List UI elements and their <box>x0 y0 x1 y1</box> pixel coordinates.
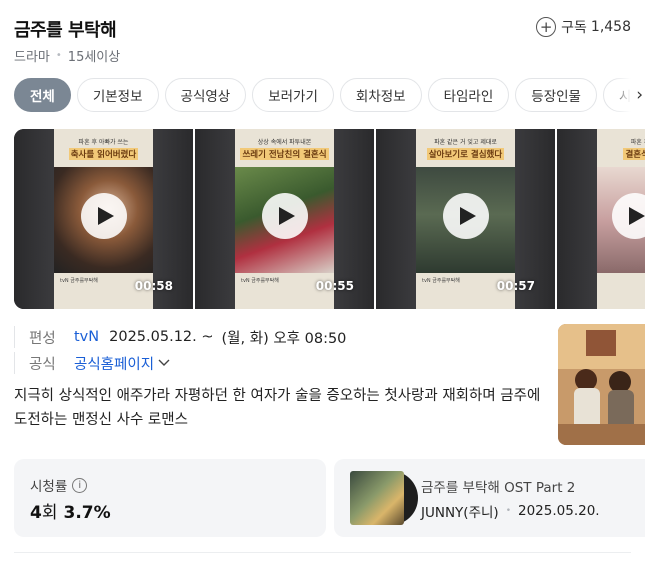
channel-link[interactable]: tvN <box>74 329 99 345</box>
clip-background <box>14 129 54 309</box>
clip-caption-main: 살아보기로 결심했다 <box>426 147 505 160</box>
video-clip[interactable]: 상상 속에서 파투내본 쓰레기 전남친의 결혼식 tvN 금주를부탁해 00:5… <box>195 129 374 309</box>
poster-art <box>558 324 645 445</box>
video-clip[interactable]: 파혼 후 파혼 결혼식 버스 <box>557 129 645 309</box>
age-rating-label: 15세이상 <box>67 50 121 65</box>
official-row: 공식 공식홈페이지 <box>14 350 549 376</box>
video-clip[interactable]: 파혼 후 아빠가 쓰는 축사를 읽어버렸다 tvN 금주를부탁해 00:58 <box>14 129 193 309</box>
page-title[interactable]: 금주를 부탁해 <box>14 16 117 42</box>
clip-duration: 00:58 <box>134 279 173 293</box>
schedule-date: 2025.05.12. ~ <box>109 329 214 345</box>
tab-where-to-watch[interactable]: 보러가기 <box>252 78 334 112</box>
broadcast-row: 편성 tvN 2025.05.12. ~ (월, 화) 오후 08:50 <box>14 324 549 350</box>
clip-brand-text: tvN 금주를부탁해 <box>422 278 460 284</box>
section-divider <box>14 552 631 553</box>
clip-brand-text: tvN 금주를부탁해 <box>241 278 279 284</box>
clip-background <box>557 129 597 309</box>
ost-release-date: 2025.05.20. <box>518 503 600 519</box>
schedule-time: (월, 화) 오후 08:50 <box>221 330 347 347</box>
viewer-rating-card[interactable]: 시청률 i 4회 3.7% <box>14 459 326 537</box>
viewer-rating-value: 3.7% <box>63 503 111 523</box>
clip-caption: 파혼 후 아빠가 쓰는 축사를 읽어버렸다 <box>54 129 153 167</box>
header: 금주를 부탁해 드라마 • 15세이상 + 구독 1,458 <box>14 14 631 68</box>
episode-unit: 회 <box>41 503 58 523</box>
tab-basic-info[interactable]: 기본정보 <box>76 78 159 112</box>
clip-caption-main: 축사를 읽어버렸다 <box>68 147 139 160</box>
chevron-down-icon <box>158 359 170 366</box>
tab-episode-info[interactable]: 회차정보 <box>339 78 422 112</box>
clip-bottom-strip <box>597 273 645 309</box>
broadcast-label: 편성 <box>14 326 74 348</box>
tab-bar: 전체 기본정보 공식영상 보러가기 회차정보 타임라인 등장인물 시청 <box>14 78 645 112</box>
tab-cast[interactable]: 등장인물 <box>515 78 597 112</box>
episode-number: 4 <box>30 503 42 523</box>
clip-caption-main: 쓰레기 전남친의 결혼식 <box>240 147 329 160</box>
info-icon[interactable]: i <box>72 477 88 493</box>
video-clip-carousel: 파혼 후 아빠가 쓰는 축사를 읽어버렸다 tvN 금주를부탁해 00:58 상… <box>14 129 645 309</box>
play-icon[interactable] <box>442 193 489 239</box>
synopsis-text: 지극히 상식적인 애주가라 자평하던 한 여자가 술을 증오하는 첫사랑과 재회… <box>14 388 541 428</box>
show-meta: 드라마 • 15세이상 <box>14 46 120 65</box>
subscribe-label: 구독 <box>561 20 587 36</box>
clip-caption-top: 파혼 같은 거 잊고 제대로 <box>434 138 497 146</box>
ost-title: 금주를 부탁해 OST Part 2 <box>421 480 576 496</box>
tab-scroll-right-button[interactable]: › <box>613 78 645 112</box>
clip-duration: 00:57 <box>496 279 535 293</box>
official-homepage-label: 공식홈페이지 <box>74 356 155 373</box>
clip-caption: 상상 속에서 파투내본 쓰레기 전남친의 결혼식 <box>235 129 334 167</box>
separator-dot: • <box>55 50 62 61</box>
clip-background <box>195 129 235 309</box>
ost-subinfo: JUNNY(주니) • 2025.05.20. <box>421 501 600 521</box>
tab-all[interactable]: 전체 <box>14 78 71 112</box>
viewer-rating-value-row: 4회 3.7% <box>30 498 111 523</box>
clip-caption: 파혼 후 파혼 결혼식 버스 <box>597 129 645 167</box>
ost-artist: JUNNY(주니) <box>421 505 499 521</box>
subscribe-count: 1,458 <box>590 19 631 35</box>
official-homepage-link[interactable]: 공식홈페이지 <box>74 353 170 374</box>
subscribe-button[interactable]: + 구독 1,458 <box>536 17 631 37</box>
official-label: 공식 <box>14 352 74 374</box>
show-info: 편성 tvN 2025.05.12. ~ (월, 화) 오후 08:50 공식 … <box>14 324 549 432</box>
clip-duration: 00:55 <box>315 279 354 293</box>
clip-caption-top: 상상 속에서 파투내본 <box>257 138 312 146</box>
tab-timeline[interactable]: 타임라인 <box>427 78 510 112</box>
clip-brand-text: tvN 금주를부탁해 <box>60 278 98 284</box>
chevron-right-icon: › <box>636 85 643 105</box>
plus-circle-icon: + <box>536 17 557 37</box>
play-icon[interactable] <box>80 193 127 239</box>
video-clip[interactable]: 파혼 같은 거 잊고 제대로 살아보기로 결심했다 tvN 금주를부탁해 00:… <box>376 129 555 309</box>
tab-official-video[interactable]: 공식영상 <box>164 78 247 112</box>
album-cover <box>350 471 404 525</box>
clip-caption-main: 결혼식 버스 <box>623 147 645 160</box>
viewer-rating-label-row: 시청률 i <box>30 475 88 495</box>
clip-background <box>376 129 416 309</box>
album-art <box>350 471 418 525</box>
viewer-rating-label: 시청률 <box>30 479 68 495</box>
play-icon[interactable] <box>261 193 308 239</box>
genre-label: 드라마 <box>14 50 50 65</box>
ost-card[interactable]: 금주를 부탁해 OST Part 2 JUNNY(주니) • 2025.05.2… <box>334 459 645 537</box>
clip-caption-top: 파혼 후 파혼 <box>630 138 645 146</box>
separator-dot: • <box>505 506 511 516</box>
clip-caption-top: 파혼 후 아빠가 쓰는 <box>78 138 129 146</box>
poster-image[interactable] <box>558 324 645 445</box>
clip-caption: 파혼 같은 거 잊고 제대로 살아보기로 결심했다 <box>416 129 515 167</box>
